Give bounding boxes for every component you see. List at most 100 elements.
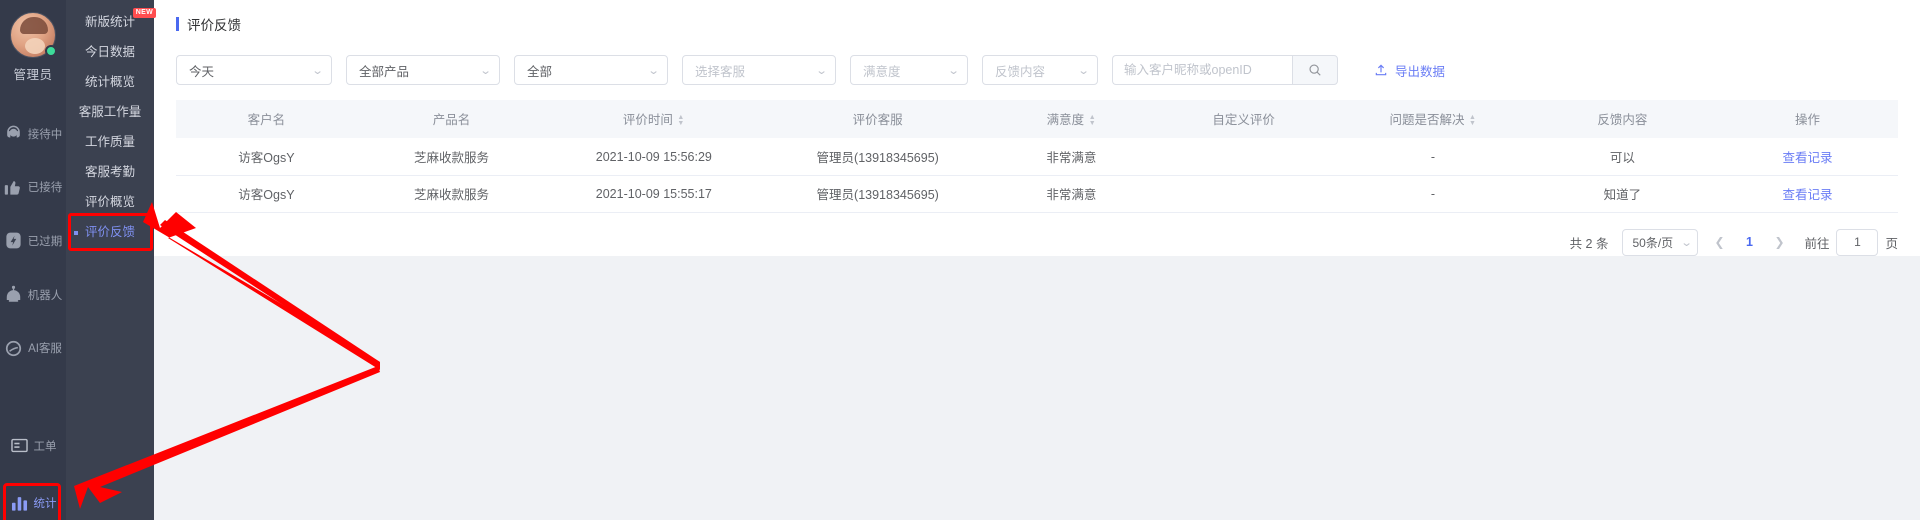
rail-item-receiving[interactable]: 接待中: [0, 117, 66, 151]
jump-suffix-label: 页: [1885, 236, 1898, 251]
submenu-item-agent-workload[interactable]: 客服工作量: [66, 98, 154, 127]
feedback-placeholder: 反馈内容: [995, 64, 1046, 79]
date-range-value: 今天: [189, 64, 215, 79]
cell-product-name: 芝麻收款服务: [356, 175, 547, 213]
page-card: 评价反馈 今天 ⌄ 全部产品 ⌄ 全部 ⌄ 选择客服 ⌄ 满意度 ⌄ 反馈内容 …: [154, 0, 1920, 256]
submenu-item-rating-overview[interactable]: 评价概览: [66, 188, 154, 217]
rail-label: 机器人: [27, 289, 63, 302]
cell-customer-name: 访客OgsY: [176, 175, 357, 213]
cell-rating-agent: 管理员(13918345695): [761, 175, 994, 213]
chevron-down-icon: ⌄: [947, 64, 960, 77]
col-rating-time[interactable]: 评价时间 ▲ ▼: [546, 100, 762, 138]
agent-placeholder: 选择客服: [695, 64, 746, 79]
rail-label: 已接待: [27, 182, 63, 195]
sort-icon[interactable]: ▲ ▼: [677, 114, 685, 127]
product-select[interactable]: 全部产品 ⌄: [346, 55, 500, 85]
page-jumper: 前往 页: [1804, 228, 1898, 256]
submenu-header[interactable]: 新版统计 NEW: [66, 8, 156, 37]
avatar[interactable]: [10, 12, 57, 58]
cell-rating-time: 2021-10-09 15:55:17: [546, 175, 762, 213]
date-range-select[interactable]: 今天 ⌄: [176, 55, 332, 85]
satisfaction-select[interactable]: 满意度 ⌄: [850, 55, 968, 85]
user-name: 管理员: [13, 68, 53, 82]
submenu-item-agent-attendance[interactable]: 客服考勤: [66, 158, 154, 187]
col-problem-resolved[interactable]: 问题是否解决 ▲ ▼: [1338, 100, 1528, 138]
headset-icon: [6, 125, 20, 138]
jump-page-input[interactable]: [1836, 228, 1879, 256]
pagination: 共 2 条 50条/页 ⌄ ❮ 1 ❯ 前往 页: [154, 213, 1920, 256]
col-product-name: 产品名: [356, 100, 547, 138]
main-content: 评价反馈 今天 ⌄ 全部产品 ⌄ 全部 ⌄ 选择客服 ⌄ 满意度 ⌄ 反馈内容 …: [154, 0, 1920, 520]
table-head: 客户名 产品名 评价时间 ▲ ▼ 评价客服 满意度 ▲ ▼ 自定义评价 问题是否解决 ▲ ▼…: [176, 100, 1898, 138]
bar-chart-icon: [11, 496, 27, 511]
cell-feedback-content: 知道了: [1527, 175, 1718, 213]
table-row: 访客OgsY 芝麻收款服务 2021-10-09 15:56:29 管理员(13…: [176, 137, 1898, 176]
rail-label: 工单: [33, 440, 57, 453]
rail-item-statistics[interactable]: 统计: [0, 483, 66, 520]
rail-item-ai-service[interactable]: AI客服: [0, 331, 66, 365]
submenu-header-label: 新版统计: [84, 15, 135, 29]
sort-icon[interactable]: ▲ ▼: [1088, 114, 1096, 127]
col-feedback-content: 反馈内容: [1527, 100, 1718, 138]
lightning-badge-icon: [6, 233, 21, 249]
agent-select[interactable]: 选择客服 ⌄: [682, 55, 836, 85]
search-button[interactable]: [1292, 55, 1338, 85]
cell-customer-name: 访客OgsY: [176, 137, 357, 176]
table-body: 访客OgsY 芝麻收款服务 2021-10-09 15:56:29 管理员(13…: [176, 137, 1898, 213]
page-number-1[interactable]: 1: [1740, 235, 1758, 249]
chevron-down-icon: ⌄: [1077, 64, 1090, 77]
thumbs-up-icon: [4, 181, 20, 195]
online-status-dot: [45, 45, 57, 57]
view-record-link[interactable]: 查看记录: [1783, 151, 1833, 165]
rail-item-received[interactable]: 已接待: [0, 171, 66, 205]
cell-feedback-content: 可以: [1527, 137, 1718, 176]
feedback-select[interactable]: 反馈内容 ⌄: [982, 55, 1098, 85]
cell-satisfaction: 非常满意: [993, 137, 1149, 176]
page-size-select[interactable]: 50条/页 ⌄: [1622, 228, 1699, 256]
primary-nav-rail: 管理员 接待中 已接待 已过期 机器人 AI客服 工单 统计: [0, 0, 66, 520]
submenu-item-today-data[interactable]: 今日数据: [66, 38, 154, 67]
ticket-icon: [10, 439, 28, 453]
search-box: [1112, 55, 1338, 85]
cell-problem-resolved: -: [1338, 175, 1528, 213]
scope-select[interactable]: 全部 ⌄: [514, 55, 668, 85]
cell-rating-agent: 管理员(13918345695): [761, 137, 994, 176]
view-record-link[interactable]: 查看记录: [1783, 188, 1833, 202]
export-data-button[interactable]: 导出数据: [1374, 61, 1445, 80]
rail-item-robot[interactable]: 机器人: [0, 278, 66, 312]
cell-custom-rating: [1148, 137, 1339, 176]
col-satisfaction[interactable]: 满意度 ▲ ▼: [993, 100, 1149, 138]
next-page-button[interactable]: ❯: [1768, 229, 1790, 255]
rating-feedback-table: 客户名 产品名 评价时间 ▲ ▼ 评价客服 满意度 ▲ ▼ 自定义评价 问题是否解决 ▲ ▼…: [176, 100, 1898, 213]
robot-icon: [6, 285, 20, 302]
submenu-item-work-quality[interactable]: 工作质量: [66, 128, 154, 157]
chevron-down-icon: ⌄: [311, 64, 324, 77]
chevron-down-icon: ⌄: [647, 64, 660, 77]
prev-page-button[interactable]: ❮: [1708, 229, 1730, 255]
upload-icon: [1375, 64, 1387, 76]
cell-rating-time: 2021-10-09 15:56:29: [546, 137, 762, 176]
table-container: 客户名 产品名 评价时间 ▲ ▼ 评价客服 满意度 ▲ ▼ 自定义评价 问题是否解决 ▲ ▼…: [154, 92, 1920, 213]
cell-action: 查看记录: [1717, 137, 1898, 176]
submenu-item-stats-overview[interactable]: 统计概览: [66, 68, 154, 97]
col-customer-name: 客户名: [176, 100, 357, 138]
rail-label: 已过期: [27, 235, 63, 248]
rail-label: AI客服: [28, 343, 62, 356]
table-header-row: 客户名 产品名 评价时间 ▲ ▼ 评价客服 满意度 ▲ ▼ 自定义评价 问题是否解决 ▲ ▼…: [176, 100, 1898, 138]
rail-item-expired[interactable]: 已过期: [0, 224, 66, 258]
export-data-label: 导出数据: [1395, 64, 1446, 79]
rail-item-tickets[interactable]: 工单: [0, 429, 66, 463]
cell-custom-rating: [1148, 175, 1339, 213]
new-badge: NEW: [132, 8, 156, 19]
rail-label: 统计: [33, 498, 57, 511]
page-title: 评价反馈: [187, 18, 241, 33]
product-value: 全部产品: [359, 64, 410, 79]
submenu-item-rating-feedback[interactable]: 评价反馈: [66, 213, 154, 251]
filter-bar: 今天 ⌄ 全部产品 ⌄ 全部 ⌄ 选择客服 ⌄ 满意度 ⌄ 反馈内容 ⌄ 输入客…: [154, 48, 1920, 92]
jump-prefix-label: 前往: [1804, 236, 1830, 251]
search-input[interactable]: [1112, 55, 1292, 85]
sort-icon[interactable]: ▲ ▼: [1469, 114, 1477, 127]
total-count-label: 共 2 条: [1569, 236, 1609, 251]
chevron-down-icon: ⌄: [479, 64, 492, 77]
col-custom-rating: 自定义评价: [1148, 100, 1339, 138]
